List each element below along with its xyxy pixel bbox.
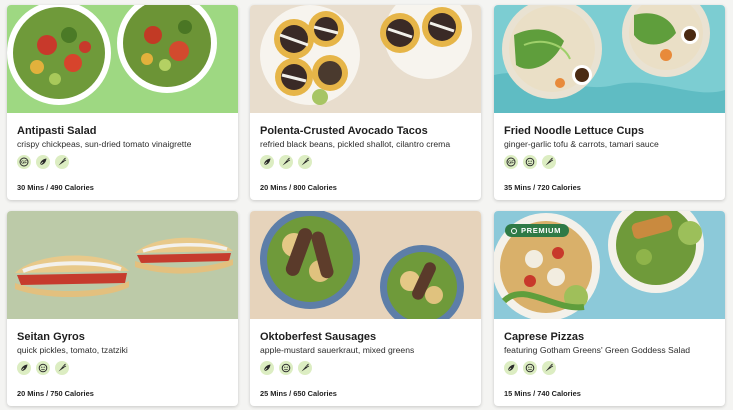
diet-tags (260, 361, 312, 375)
recipe-photo[interactable] (250, 5, 481, 113)
vegan-leaf-icon (260, 361, 274, 375)
recipe-subtitle: crispy chickpeas, sun-dried tomato vinai… (17, 139, 192, 149)
recipe-card-oktoberfest-sausages[interactable]: Oktoberfest Sausages apple-mustard sauer… (250, 211, 481, 406)
recipe-title[interactable]: Seitan Gyros (17, 331, 230, 343)
diet-tags: GF (17, 155, 69, 169)
gluten-free-icon: GF (17, 155, 31, 169)
recipe-title[interactable]: Oktoberfest Sausages (260, 331, 473, 343)
diet-tags (260, 155, 312, 169)
recipe-card-antipasti-salad[interactable]: Antipasti Salad crispy chickpeas, sun-dr… (7, 5, 238, 200)
recipe-subtitle: apple-mustard sauerkraut, mixed greens (260, 345, 415, 355)
recipe-subtitle: ginger-garlic tofu & carrots, tamari sau… (504, 139, 659, 149)
svg-text:GF: GF (21, 160, 27, 165)
carrot-veggie-icon (55, 155, 69, 169)
diet-tags (17, 361, 69, 375)
recipe-title[interactable]: Caprese Pizzas (504, 331, 717, 343)
recipe-card-polenta-tacos[interactable]: Polenta-Crusted Avocado Tacos refried bl… (250, 5, 481, 200)
recipe-grid: Antipasti Salad crispy chickpeas, sun-dr… (0, 0, 733, 410)
recipe-photo[interactable] (250, 211, 481, 319)
premium-badge-label: PREMIUM (521, 226, 562, 235)
vegan-leaf-icon (504, 361, 518, 375)
recipe-meta: 20 Mins / 800 Calories (260, 183, 337, 192)
recipe-meta: 30 Mins / 490 Calories (17, 183, 94, 192)
recipe-subtitle: quick pickles, tomato, tzatziki (17, 345, 128, 355)
carrot-veggie-icon (298, 155, 312, 169)
diet-tags (504, 361, 556, 375)
recipe-meta: 15 Mins / 740 Calories (504, 389, 581, 398)
recipe-photo[interactable] (7, 5, 238, 113)
recipe-title[interactable]: Antipasti Salad (17, 125, 230, 137)
dairy-free-icon (36, 361, 50, 375)
premium-icon (511, 227, 517, 234)
recipe-subtitle: refried black beans, pickled shallot, ci… (260, 139, 451, 149)
carrot-veggie-icon (55, 361, 69, 375)
vegan-leaf-icon (260, 155, 274, 169)
recipe-meta: 35 Mins / 720 Calories (504, 183, 581, 192)
vegan-leaf-icon (36, 155, 50, 169)
recipe-subtitle: featuring Gotham Greens' Green Goddess S… (504, 345, 691, 355)
recipe-title[interactable]: Fried Noodle Lettuce Cups (504, 125, 717, 137)
premium-badge: PREMIUM (505, 224, 570, 237)
recipe-card-seitan-gyros[interactable]: Seitan Gyros quick pickles, tomato, tzat… (7, 211, 238, 406)
recipe-photo[interactable] (494, 5, 725, 113)
vegan-leaf-icon (17, 361, 31, 375)
recipe-meta: 20 Mins / 750 Calories (17, 389, 94, 398)
dairy-free-icon (523, 155, 537, 169)
svg-text:GF: GF (508, 160, 514, 165)
diet-tags: GF (504, 155, 556, 169)
recipe-card-caprese-pizzas[interactable]: PREMIUM Caprese Pizzas featuring Gotham … (494, 211, 725, 406)
dairy-free-icon (523, 361, 537, 375)
carrot-veggie-icon (542, 361, 556, 375)
recipe-meta: 25 Mins / 650 Calories (260, 389, 337, 398)
recipe-card-fried-noodle-lettuce-cups[interactable]: Fried Noodle Lettuce Cups ginger-garlic … (494, 5, 725, 200)
carrot-veggie-icon (298, 361, 312, 375)
dairy-free-icon (279, 361, 293, 375)
recipe-title[interactable]: Polenta-Crusted Avocado Tacos (260, 125, 473, 137)
recipe-photo[interactable] (7, 211, 238, 319)
gluten-free-icon: GF (504, 155, 518, 169)
carrot-veggie-icon (279, 155, 293, 169)
carrot-veggie-icon (542, 155, 556, 169)
